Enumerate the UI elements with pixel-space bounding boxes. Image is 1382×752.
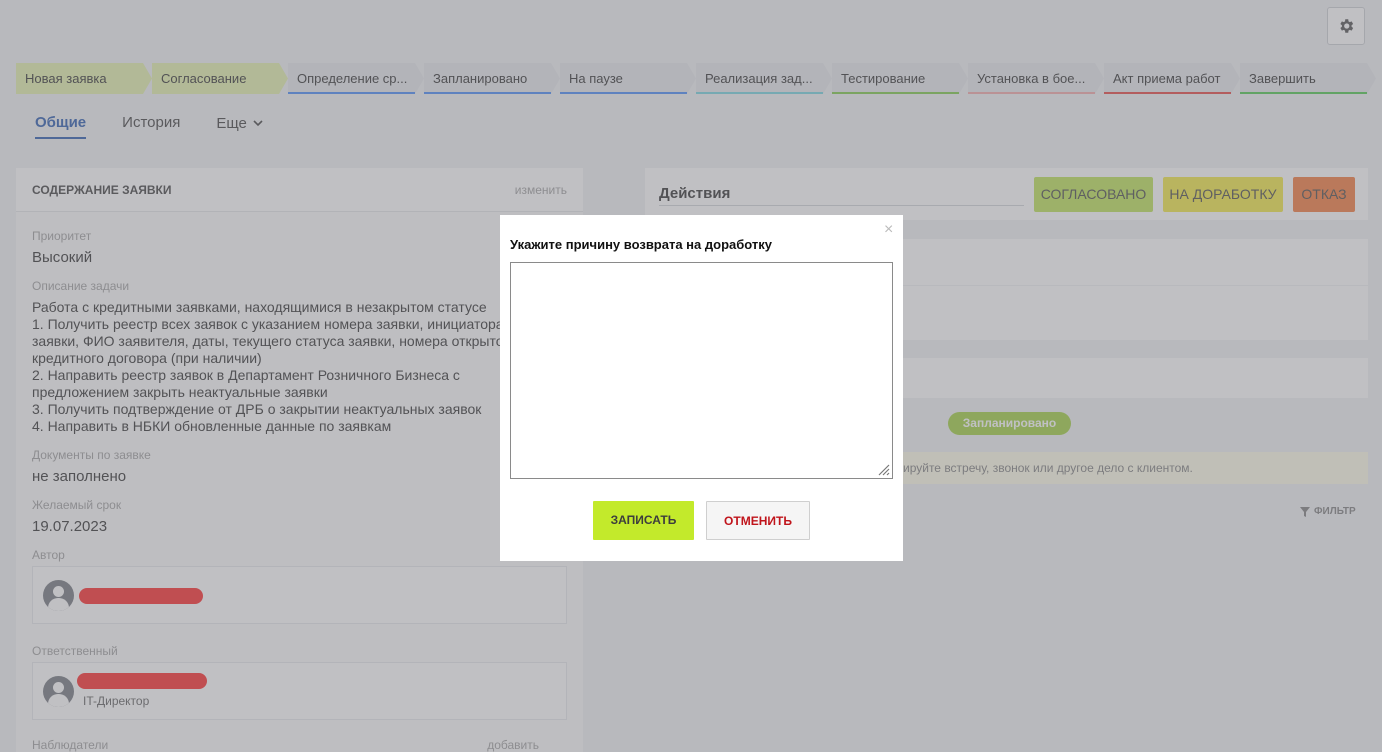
close-icon[interactable]: × xyxy=(884,221,893,239)
rework-reason-dialog: × Укажите причину возврата на доработку … xyxy=(500,215,903,561)
cancel-button[interactable]: ОТМЕНИТЬ xyxy=(706,501,810,540)
reason-textarea[interactable] xyxy=(510,262,893,479)
save-button[interactable]: ЗАПИСАТЬ xyxy=(593,501,694,540)
resize-grip-icon[interactable] xyxy=(876,462,890,476)
dialog-title: Укажите причину возврата на доработку xyxy=(510,237,772,252)
